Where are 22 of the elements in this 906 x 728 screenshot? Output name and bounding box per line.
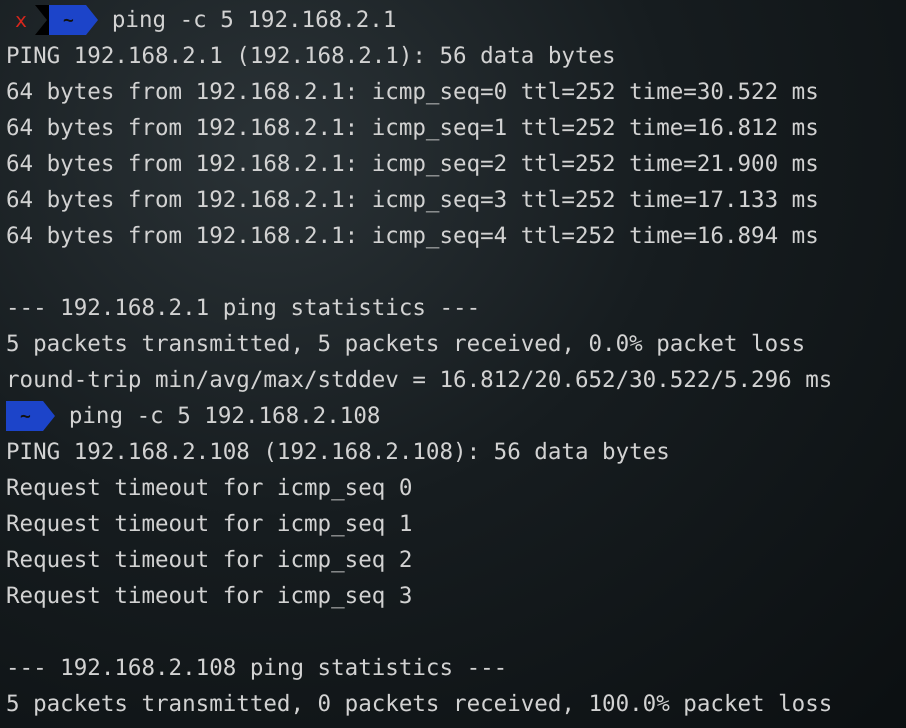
error-status: x	[15, 8, 28, 32]
output-line: 64 bytes from 192.168.2.1: icmp_seq=2 ttl=252 time=21.900 ms	[6, 151, 819, 177]
output-line: Request timeout for icmp_seq 1	[6, 511, 412, 537]
output-line: Request timeout for icmp_seq 0	[6, 475, 412, 501]
output-line: PING 192.168.2.1 (192.168.2.1): 56 data bytes	[6, 43, 616, 69]
output-line: 64 bytes from 192.168.2.1: icmp_seq=0 ttl=252 time=30.522 ms	[6, 79, 819, 105]
segment-arrow-icon	[86, 5, 98, 35]
output-line: 5 packets transmitted, 0 packets received, 100.0% packet loss	[6, 691, 832, 717]
output-line: --- 192.168.2.108 ping statistics ---	[6, 655, 508, 681]
output-line: --- 192.168.2.1 ping statistics ---	[6, 295, 480, 321]
command-text: ping -c 5 192.168.2.1	[112, 7, 396, 33]
output-line: Request timeout for icmp_seq 3	[6, 583, 412, 609]
output-line: 64 bytes from 192.168.2.1: icmp_seq=1 ttl=252 time=16.812 ms	[6, 115, 819, 141]
output-line: PING 192.168.2.108 (192.168.2.108): 56 data bytes	[6, 439, 670, 465]
output-line: Request timeout for icmp_seq 2	[6, 547, 412, 573]
output-line: 5 packets transmitted, 5 packets received, 0.0% packet loss	[6, 331, 806, 357]
output-line: 64 bytes from 192.168.2.1: icmp_seq=4 ttl=252 time=16.894 ms	[6, 223, 819, 249]
output-line: 64 bytes from 192.168.2.1: icmp_seq=3 ttl=252 time=17.133 ms	[6, 187, 819, 213]
command-text: ping -c 5 192.168.2.108	[68, 403, 380, 429]
output-line: round-trip min/avg/max/stddev = 16.812/20.652/30.522/5.296 ms	[6, 367, 832, 393]
chevron-icon	[35, 5, 50, 35]
segment-arrow-icon	[42, 401, 55, 431]
